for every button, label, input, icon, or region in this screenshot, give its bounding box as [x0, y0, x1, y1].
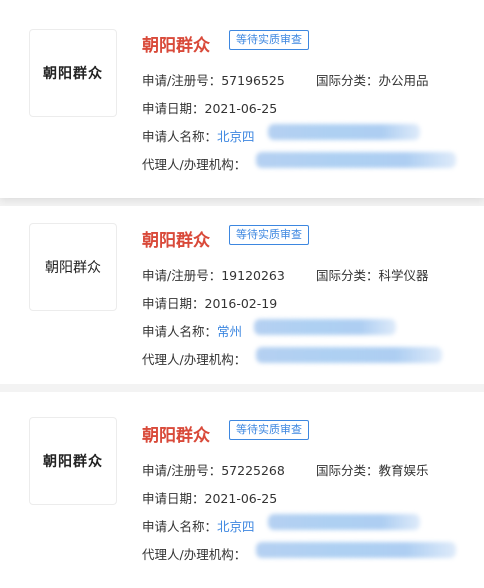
agent-row: 代理人/办理机构： — [142, 154, 246, 173]
redacted-agent — [256, 152, 456, 168]
intl-class-value: 教育娱乐 — [378, 463, 429, 478]
date-value: 2016-02-19 — [204, 296, 278, 311]
trademark-card[interactable]: 朝阳群众 朝阳群众 等待实质审查 申请/注册号：57196525 国际分类：办公… — [0, 0, 484, 198]
intl-class-label: 国际分类： — [316, 73, 379, 88]
intl-class-row: 国际分类：办公用品 — [316, 70, 429, 89]
applicant-label: 申请人名称： — [142, 324, 218, 339]
reg-no-label: 申请/注册号： — [142, 73, 222, 88]
date-value: 2021-06-25 — [204, 491, 278, 506]
agent-label: 代理人/办理机构： — [142, 352, 247, 367]
redacted-applicant — [254, 319, 396, 335]
applicant-label: 申请人名称： — [142, 129, 218, 144]
trademark-card[interactable]: 朝阳群众 朝阳群众 等待实质审查 申请/注册号：57225268 国际分类：教育… — [0, 392, 484, 588]
agent-label: 代理人/办理机构： — [142, 547, 247, 562]
reg-no-row: 申请/注册号：57225268 — [142, 460, 285, 479]
redacted-agent — [256, 542, 456, 558]
applicant-row: 申请人名称：常州 — [142, 321, 242, 340]
reg-no-row: 申请/注册号：57196525 — [142, 70, 285, 89]
trademark-logo[interactable]: 朝阳群众 — [29, 223, 117, 311]
intl-class-label: 国际分类： — [316, 463, 379, 478]
reg-no-label: 申请/注册号： — [142, 463, 222, 478]
trademark-logo[interactable]: 朝阳群众 — [29, 29, 117, 117]
date-row: 申请日期：2021-06-25 — [142, 488, 277, 507]
date-value: 2021-06-25 — [204, 101, 278, 116]
intl-class-row: 国际分类：科学仪器 — [316, 265, 429, 284]
reg-no-value: 19120263 — [221, 268, 285, 283]
agent-row: 代理人/办理机构： — [142, 544, 246, 563]
applicant-label: 申请人名称： — [142, 519, 218, 534]
applicant-link[interactable]: 常州 — [217, 324, 242, 339]
date-label: 申请日期： — [142, 296, 205, 311]
applicant-row: 申请人名称：北京四 — [142, 126, 255, 145]
trademark-title[interactable]: 朝阳群众 — [142, 31, 210, 56]
trademark-title[interactable]: 朝阳群众 — [142, 226, 210, 251]
applicant-row: 申请人名称：北京四 — [142, 516, 255, 535]
reg-no-label: 申请/注册号： — [142, 268, 222, 283]
redacted-applicant — [268, 124, 420, 140]
redacted-applicant — [268, 514, 420, 530]
date-label: 申请日期： — [142, 491, 205, 506]
intl-class-label: 国际分类： — [316, 268, 379, 283]
trademark-card[interactable]: 朝阳群众 朝阳群众 等待实质审查 申请/注册号：19120263 国际分类：科学… — [0, 206, 484, 384]
reg-no-row: 申请/注册号：19120263 — [142, 265, 285, 284]
date-row: 申请日期：2021-06-25 — [142, 98, 277, 117]
date-label: 申请日期： — [142, 101, 205, 116]
date-row: 申请日期：2016-02-19 — [142, 293, 277, 312]
status-badge: 等待实质审查 — [229, 30, 309, 50]
reg-no-value: 57196525 — [221, 73, 285, 88]
status-badge: 等待实质审查 — [229, 225, 309, 245]
trademark-title[interactable]: 朝阳群众 — [142, 421, 210, 446]
applicant-link[interactable]: 北京四 — [217, 519, 255, 534]
reg-no-value: 57225268 — [221, 463, 285, 478]
intl-class-row: 国际分类：教育娱乐 — [316, 460, 429, 479]
status-badge: 等待实质审查 — [229, 420, 309, 440]
redacted-agent — [256, 347, 442, 363]
applicant-link[interactable]: 北京四 — [217, 129, 255, 144]
agent-label: 代理人/办理机构： — [142, 157, 247, 172]
intl-class-value: 办公用品 — [378, 73, 429, 88]
intl-class-value: 科学仪器 — [378, 268, 429, 283]
agent-row: 代理人/办理机构： — [142, 349, 246, 368]
trademark-logo[interactable]: 朝阳群众 — [29, 417, 117, 505]
